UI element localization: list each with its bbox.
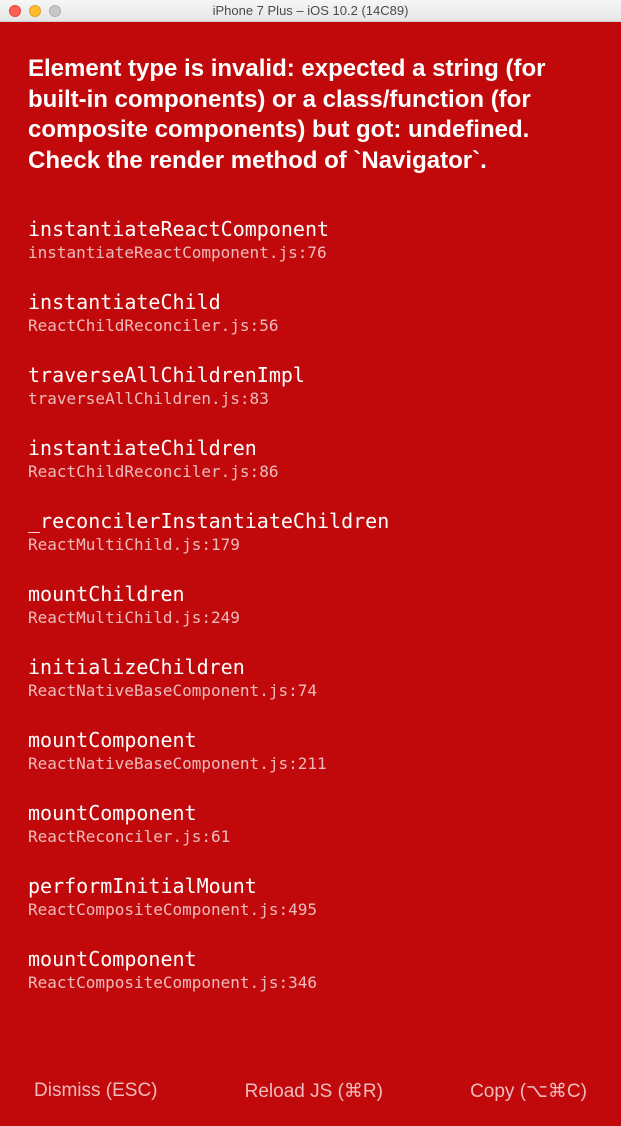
stack-frame-location: ReactReconciler.js:61 — [28, 827, 593, 846]
stack-frame-location: ReactChildReconciler.js:56 — [28, 316, 593, 335]
stack-frame-function: instantiateChild — [28, 290, 593, 314]
stack-frame[interactable]: performInitialMount ReactCompositeCompone… — [28, 874, 593, 919]
error-message: Element type is invalid: expected a stri… — [28, 54, 593, 177]
stack-frame-function: traverseAllChildrenImpl — [28, 363, 593, 387]
stack-frame-function: mountComponent — [28, 728, 593, 752]
redbox-content: Element type is invalid: expected a stri… — [0, 22, 621, 1056]
stack-frame-function: initializeChildren — [28, 655, 593, 679]
stack-frame-location: ReactCompositeComponent.js:495 — [28, 900, 593, 919]
stack-frame-location: instantiateReactComponent.js:76 — [28, 243, 593, 262]
stack-frame-function: _reconcilerInstantiateChildren — [28, 509, 593, 533]
stack-frame[interactable]: instantiateChildren ReactChildReconciler.… — [28, 436, 593, 481]
stack-frame[interactable]: mountChildren ReactMultiChild.js:249 — [28, 582, 593, 627]
minimize-icon[interactable] — [29, 5, 41, 17]
stack-frame[interactable]: mountComponent ReactCompositeComponent.js… — [28, 947, 593, 992]
stack-frame[interactable]: mountComponent ReactNativeBaseComponent.j… — [28, 728, 593, 773]
window-title: iPhone 7 Plus – iOS 10.2 (14C89) — [0, 3, 621, 18]
stack-frame[interactable]: instantiateChild ReactChildReconciler.js:… — [28, 290, 593, 335]
stack-frame-location: ReactCompositeComponent.js:346 — [28, 973, 593, 992]
copy-button[interactable]: Copy (⌥⌘C) — [470, 1080, 587, 1103]
stack-frame-location: ReactChildReconciler.js:86 — [28, 462, 593, 481]
stack-frame-location: ReactMultiChild.js:249 — [28, 608, 593, 627]
stack-frame-function: instantiateChildren — [28, 436, 593, 460]
window-titlebar: iPhone 7 Plus – iOS 10.2 (14C89) — [0, 0, 621, 22]
stack-frame-location: ReactMultiChild.js:179 — [28, 535, 593, 554]
stack-frame-location: ReactNativeBaseComponent.js:211 — [28, 754, 593, 773]
stack-frame[interactable]: mountComponent ReactReconciler.js:61 — [28, 801, 593, 846]
stack-frame[interactable]: initializeChildren ReactNativeBaseCompone… — [28, 655, 593, 700]
stack-frame-location: traverseAllChildren.js:83 — [28, 389, 593, 408]
close-icon[interactable] — [9, 5, 21, 17]
simulator-screen: Element type is invalid: expected a stri… — [0, 22, 621, 1126]
stack-frame-function: instantiateReactComponent — [28, 217, 593, 241]
stack-frame[interactable]: traverseAllChildrenImpl traverseAllChildr… — [28, 363, 593, 408]
dismiss-button[interactable]: Dismiss (ESC) — [34, 1080, 158, 1102]
stack-frame-function: mountComponent — [28, 801, 593, 825]
stack-frame[interactable]: instantiateReactComponent instantiateReac… — [28, 217, 593, 262]
stack-frame-function: performInitialMount — [28, 874, 593, 898]
maximize-icon — [49, 5, 61, 17]
reload-button[interactable]: Reload JS (⌘R) — [245, 1080, 383, 1103]
window-controls — [0, 5, 61, 17]
stack-trace: instantiateReactComponent instantiateReac… — [28, 217, 593, 992]
stack-frame-function: mountComponent — [28, 947, 593, 971]
stack-frame[interactable]: _reconcilerInstantiateChildren ReactMulti… — [28, 509, 593, 554]
redbox-footer: Dismiss (ESC) Reload JS (⌘R) Copy (⌥⌘C) — [0, 1056, 621, 1126]
stack-frame-function: mountChildren — [28, 582, 593, 606]
stack-frame-location: ReactNativeBaseComponent.js:74 — [28, 681, 593, 700]
